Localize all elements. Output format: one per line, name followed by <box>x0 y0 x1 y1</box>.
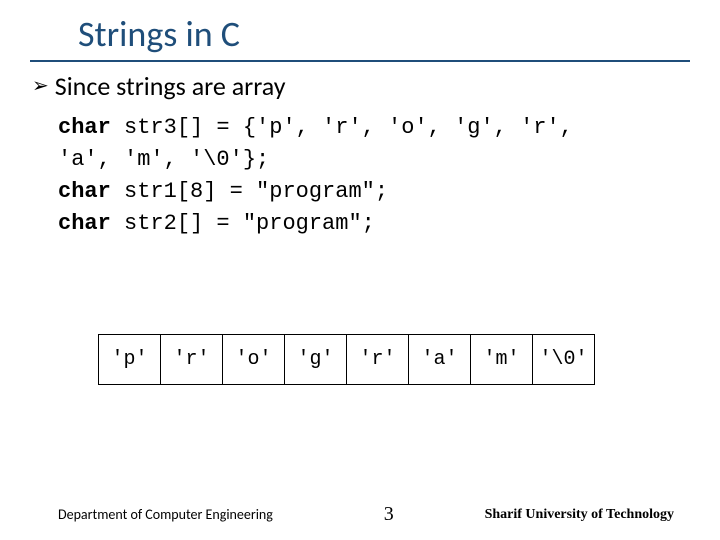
code-line-2: str1[8] = "program"; <box>111 179 388 204</box>
footer-department: Department of Computer Engineering <box>58 506 273 523</box>
cell-2: 'o' <box>223 335 285 385</box>
char-array-table: 'p' 'r' 'o' 'g' 'r' 'a' 'm' '\0' <box>98 334 595 385</box>
slide-title: Strings in C <box>78 12 240 56</box>
title-rule <box>30 60 690 62</box>
code-line-3: str2[] = "program"; <box>111 211 375 236</box>
code-line-1b: 'a', 'm', '\0'}; <box>58 147 269 172</box>
footer-university: Sharif University of Technology <box>485 507 674 523</box>
table-row: 'p' 'r' 'o' 'g' 'r' 'a' 'm' '\0' <box>99 335 595 385</box>
cell-5: 'a' <box>409 335 471 385</box>
bullet-line: ➢ Since strings are array <box>32 70 286 102</box>
cell-3: 'g' <box>285 335 347 385</box>
cell-0: 'p' <box>99 335 161 385</box>
code-block: char str3[] = {'p', 'r', 'o', 'g', 'r', … <box>58 112 573 240</box>
bullet-arrow-icon: ➢ <box>32 76 49 96</box>
bullet-text: Since strings are array <box>55 70 286 102</box>
cell-4: 'r' <box>347 335 409 385</box>
footer-page-number: 3 <box>384 503 394 526</box>
slide-footer: Department of Computer Engineering 3 Sha… <box>0 503 720 526</box>
cell-7: '\0' <box>533 335 595 385</box>
keyword-char-1: char <box>58 115 111 140</box>
cell-6: 'm' <box>471 335 533 385</box>
code-line-1a: str3[] = {'p', 'r', 'o', 'g', 'r', <box>111 115 573 140</box>
keyword-char-3: char <box>58 211 111 236</box>
keyword-char-2: char <box>58 179 111 204</box>
cell-1: 'r' <box>161 335 223 385</box>
